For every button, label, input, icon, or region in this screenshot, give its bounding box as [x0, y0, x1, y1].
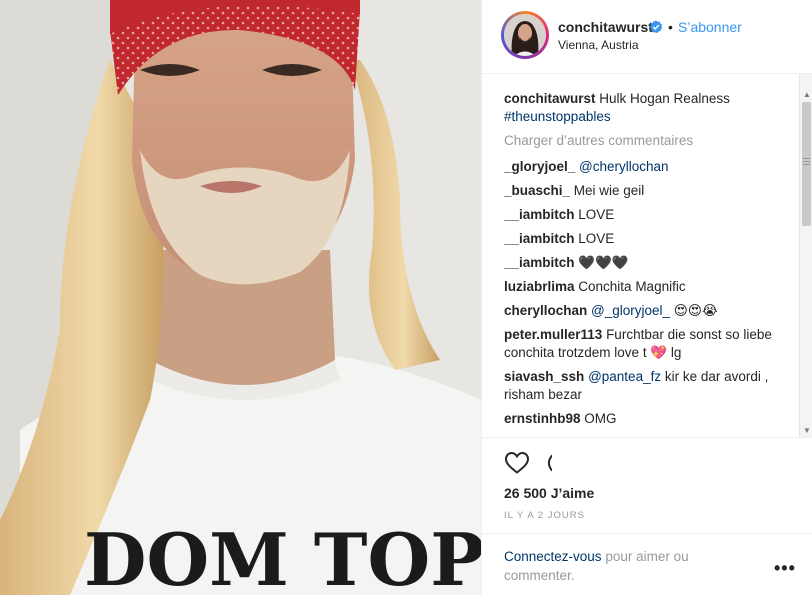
post-header: conchitawurst • S’abonner Vienna, Austri… [482, 0, 812, 74]
comment-text: Mei wie geil [570, 183, 645, 198]
comment-username[interactable]: __iambitch [504, 255, 575, 270]
more-options-icon[interactable]: ••• [774, 558, 796, 579]
comment-text: Conchita Magnific [574, 279, 686, 294]
portrait-image: DOM TOP [0, 0, 481, 595]
comment-text: OMG [580, 411, 617, 426]
login-prompt: Connectez-vous pour aimer ou commenter. … [482, 533, 812, 595]
follow-button[interactable]: S’abonner [678, 19, 742, 35]
scroll-up-arrow-icon[interactable]: ▲ [803, 90, 811, 99]
avatar[interactable] [501, 11, 549, 59]
comment-row: _buaschi_ Mei wie geil [504, 182, 794, 200]
scrollbar-thumb[interactable] [802, 102, 811, 226]
comment-row: ernstinhb98 OMG [504, 410, 794, 428]
post-author-username[interactable]: conchitawurst [558, 19, 653, 35]
comment-row: __iambitch LOVE [504, 206, 794, 224]
speech-bubble-icon[interactable] [526, 450, 552, 476]
comment-row: cheryllochan @_gloryjoel_ 😍😍😭 [504, 302, 794, 320]
comment-text: LOVE [574, 231, 615, 246]
caption-username[interactable]: conchitawurst [504, 91, 596, 106]
comment-mention[interactable]: @pantea_fz [588, 369, 661, 384]
post-side-panel: conchitawurst • S’abonner Vienna, Austri… [481, 0, 812, 595]
comment-username[interactable]: __iambitch [504, 207, 575, 222]
caption-text: Hulk Hogan Realness [595, 91, 730, 106]
login-text: Connectez-vous pour aimer ou commenter. [504, 547, 724, 585]
comment-username[interactable]: ernstinhb98 [504, 411, 581, 426]
login-link[interactable]: Connectez-vous [504, 549, 602, 564]
comment-text: 😍😍😭 [670, 303, 718, 318]
comment-row: luziabrlima Conchita Magnific [504, 278, 794, 296]
comment-row: _gloryjoel_ @cheryllochan [504, 158, 794, 176]
comment-username[interactable]: _gloryjoel_ [504, 159, 575, 174]
comment-row: siavash_ssh @pantea_fz kir ke dar avordi… [504, 368, 794, 404]
comment-row: __iambitch 🖤🖤🖤 [504, 254, 794, 272]
post-timestamp[interactable]: IL Y A 2 JOURS [504, 510, 585, 521]
caption-hashtag[interactable]: #theunstoppables [504, 109, 611, 124]
comment-mention[interactable]: @_gloryjoel_ [591, 303, 670, 318]
comment-list: conchitawurst Hulk Hogan Realness #theun… [504, 90, 794, 434]
avatar-image [504, 14, 546, 56]
post-location[interactable]: Vienna, Austria [558, 38, 639, 52]
comment-username[interactable]: peter.muller113 [504, 327, 602, 342]
comment-mention[interactable]: @cheryllochan [579, 159, 669, 174]
comment-row: __iambitch LOVE [504, 230, 794, 248]
comment-text: LOVE [574, 207, 615, 222]
comment-username[interactable]: luziabrlima [504, 279, 575, 294]
comment-text: 🖤🖤🖤 [574, 255, 629, 270]
comments-section[interactable]: conchitawurst Hulk Hogan Realness #theun… [482, 74, 812, 438]
load-more-comments-button[interactable]: Charger d’autres commentaires [504, 132, 794, 150]
comment-row: peter.muller113 Furchtbar die sonst so l… [504, 326, 794, 362]
comment-username[interactable]: __iambitch [504, 231, 575, 246]
caption: conchitawurst Hulk Hogan Realness #theun… [504, 90, 794, 126]
likes-count[interactable]: 26 500 J’aime [504, 485, 594, 501]
shirt-text: DOM TOP [84, 517, 481, 595]
comment-username[interactable]: cheryllochan [504, 303, 587, 318]
comment-username[interactable]: _buaschi_ [504, 183, 570, 198]
scroll-down-arrow-icon[interactable]: ▼ [803, 426, 811, 435]
post-photo[interactable]: DOM TOP [0, 0, 481, 595]
header-separator: • [668, 19, 673, 35]
comment-username[interactable]: siavash_ssh [504, 369, 584, 384]
verified-badge-icon [649, 20, 663, 34]
comments-scrollbar[interactable]: ▲ ▼ [799, 74, 812, 437]
